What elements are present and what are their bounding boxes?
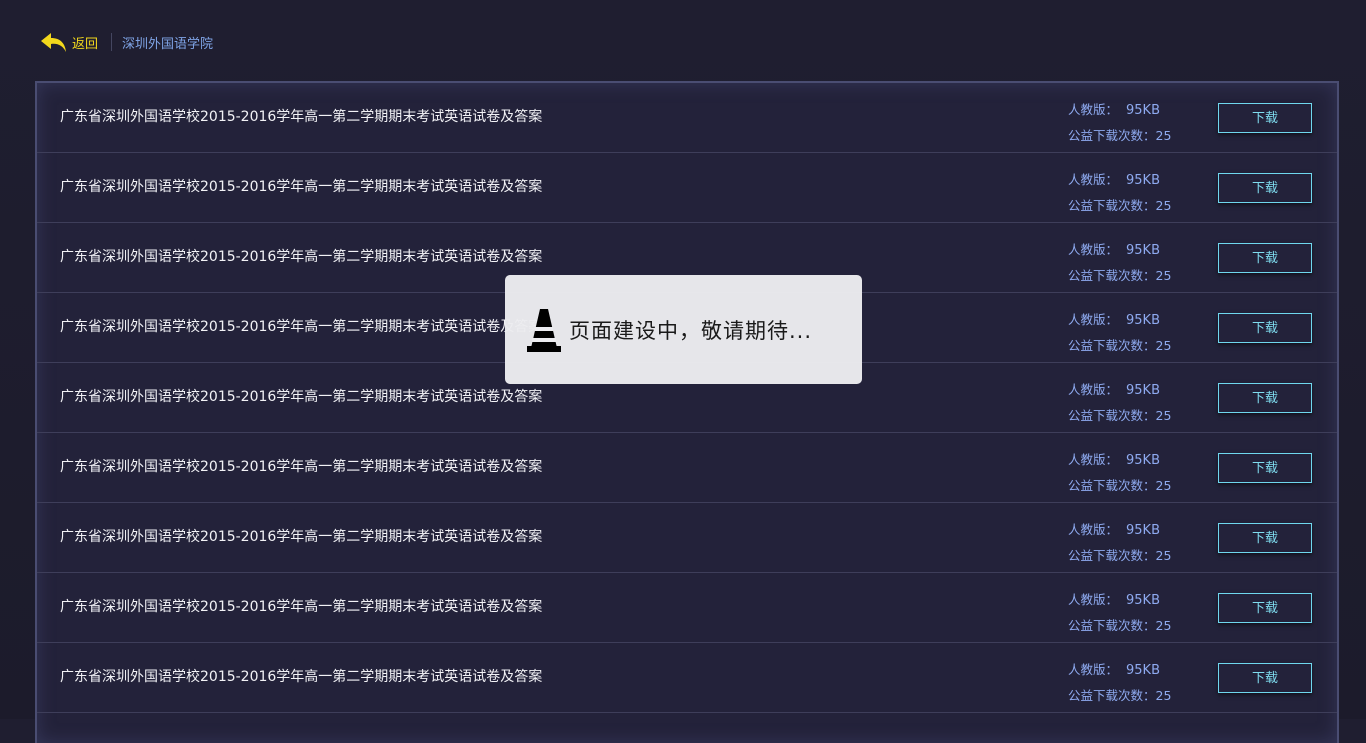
item-meta: 人教版： 95KB 公益下载次数：25 [1068,517,1171,568]
item-title[interactable]: 广东省深圳外国语学校2015-2016学年高一第二学期期末考试英语试卷及答案 [60,223,542,292]
item-title[interactable]: 广东省深圳外国语学校2015-2016学年高一第二学期期末考试英语试卷及答案 [60,643,542,712]
downloads-label: 公益下载次数： [1068,408,1156,423]
download-count: 25 [1155,688,1172,703]
download-button[interactable]: 下载 [1218,243,1312,273]
edition-label: 人教版： [1068,522,1119,537]
edition-label: 人教版： [1068,452,1119,467]
downloads-label: 公益下载次数： [1068,688,1156,703]
item-title[interactable]: 广东省深圳外国语学校2015-2016学年高一第二学期期末考试英语试卷及答案 [60,153,542,222]
file-size: 95KB [1126,383,1161,398]
item-meta: 人教版： 95KB 公益下载次数：25 [1068,167,1171,218]
file-size: 95KB [1126,103,1161,118]
download-count: 25 [1155,268,1172,283]
download-button[interactable]: 下载 [1218,313,1312,343]
downloads-label: 公益下载次数： [1068,128,1156,143]
item-meta: 人教版： 95KB 公益下载次数：25 [1068,587,1171,638]
download-count: 25 [1155,338,1172,353]
item-title[interactable]: 广东省深圳外国语学校2015-2016学年高一第二学期期末考试英语试卷及答案 [60,293,542,362]
resource-list: 广东省深圳外国语学校2015-2016学年高一第二学期期末考试英语试卷及答案人教… [35,81,1339,743]
item-title[interactable]: 广东省深圳外国语学校2015-2016学年高一第二学期期末考试英语试卷及答案 [60,433,542,502]
breadcrumb[interactable]: 深圳外国语学院 [122,33,213,52]
item-meta: 人教版： 95KB 公益下载次数：25 [1068,307,1171,358]
file-size: 95KB [1126,313,1161,328]
file-size: 95KB [1126,593,1161,608]
download-count: 25 [1155,198,1172,213]
file-size: 95KB [1126,663,1161,678]
item-meta: 人教版： 95KB 公益下载次数：25 [1068,377,1171,428]
file-size: 95KB [1126,523,1161,538]
item-meta: 人教版： 95KB 公益下载次数：25 [1068,657,1171,708]
list-item: 广东省深圳外国语学校2015-2016学年高一第二学期期末考试英语试卷及答案 人教… [37,153,1337,223]
divider [111,33,113,51]
downloads-label: 公益下载次数： [1068,548,1156,563]
item-title[interactable]: 广东省深圳外国语学校2015-2016学年高一第二学期期末考试英语试卷及答案 [60,573,542,642]
downloads-label: 公益下载次数： [1068,618,1156,633]
edition-label: 人教版： [1068,102,1119,117]
download-button[interactable]: 下载 [1218,453,1312,483]
list-item: 广东省深圳外国语学校2015-2016学年高一第二学期期末考试英语试卷及答案 人教… [37,83,1337,153]
item-meta: 人教版： 95KB 公益下载次数：25 [1068,447,1171,498]
list-item: 广东省深圳外国语学校2015-2016学年高一第二学期期末考试英语试卷及答案 人教… [37,643,1337,713]
toast-under-construction: 页面建设中，敬请期待... [505,275,862,384]
list-item: 广东省深圳外国语学校2015-2016学年高一第二学期期末考试英语试卷及答案 人教… [37,433,1337,503]
item-meta: 人教版： 95KB 公益下载次数：25 [1068,97,1171,148]
downloads-label: 公益下载次数： [1068,198,1156,213]
downloads-label: 公益下载次数： [1068,478,1156,493]
download-button[interactable]: 下载 [1218,663,1312,693]
edition-label: 人教版： [1068,172,1119,187]
file-size: 95KB [1126,173,1161,188]
download-button[interactable]: 下载 [1218,523,1312,553]
traffic-cone-icon [527,308,561,352]
item-meta: 人教版： 95KB 公益下载次数：25 [1068,237,1171,288]
item-title[interactable]: 广东省深圳外国语学校2015-2016学年高一第二学期期末考试英语试卷及答案 [60,503,542,572]
download-button[interactable]: 下载 [1218,103,1312,133]
file-size: 95KB [1126,453,1161,468]
file-size: 95KB [1126,243,1161,258]
back-button[interactable]: 返回 [40,31,98,53]
list-item: 广东省深圳外国语学校2015-2016学年高一第二学期期末考试英语试卷及答案 人教… [37,573,1337,643]
download-button[interactable]: 下载 [1218,173,1312,203]
download-count: 25 [1155,478,1172,493]
back-label: 返回 [72,36,99,52]
back-arrow-icon [41,33,66,52]
edition-label: 人教版： [1068,592,1119,607]
edition-label: 人教版： [1068,312,1119,327]
edition-label: 人教版： [1068,242,1119,257]
downloads-label: 公益下载次数： [1068,338,1156,353]
download-button[interactable]: 下载 [1218,593,1312,623]
toast-message: 页面建设中，敬请期待... [569,318,813,343]
list-item: 广东省深圳外国语学校2015-2016学年高一第二学期期末考试英语试卷及答案 人教… [37,503,1337,573]
download-count: 25 [1155,408,1172,423]
downloads-label: 公益下载次数： [1068,268,1156,283]
edition-label: 人教版： [1068,382,1119,397]
item-title[interactable]: 广东省深圳外国语学校2015-2016学年高一第二学期期末考试英语试卷及答案 [60,363,542,432]
top-bar: 返回 深圳外国语学院 [40,31,213,53]
edition-label: 人教版： [1068,662,1119,677]
download-button[interactable]: 下载 [1218,383,1312,413]
download-count: 25 [1155,548,1172,563]
item-title[interactable]: 广东省深圳外国语学校2015-2016学年高一第二学期期末考试英语试卷及答案 [60,83,542,152]
download-count: 25 [1155,128,1172,143]
download-count: 25 [1155,618,1172,633]
